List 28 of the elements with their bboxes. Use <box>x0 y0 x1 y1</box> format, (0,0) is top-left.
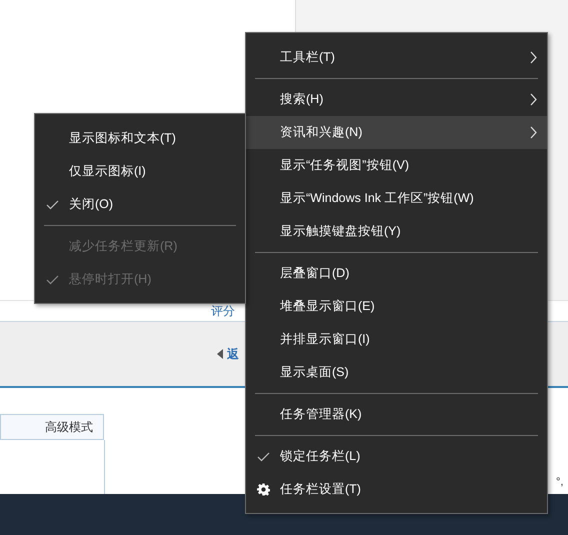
menu-item[interactable]: 任务栏设置(T) <box>246 473 547 506</box>
menu-item[interactable]: 并排显示窗口(I) <box>246 323 547 356</box>
back-link[interactable]: 返 <box>227 346 239 362</box>
menu-item[interactable]: 任务管理器(K) <box>246 398 547 431</box>
back-caret-icon <box>217 349 223 359</box>
menu-item[interactable]: 搜索(H) <box>246 83 547 116</box>
menu-item[interactable]: 仅显示图标(I) <box>35 155 245 188</box>
settings-icon <box>256 483 270 496</box>
check-icon <box>46 274 58 284</box>
menu-item[interactable]: 显示桌面(S) <box>246 356 547 389</box>
table-header: 高级模式 <box>0 414 104 440</box>
menu-item[interactable]: 显示图标和文本(T) <box>35 122 245 155</box>
check-icon <box>46 200 58 210</box>
chevron-right-icon <box>530 51 537 64</box>
menu-item[interactable]: 显示触摸键盘按钮(Y) <box>246 215 547 248</box>
menu-item[interactable]: 显示“Windows Ink 工作区”按钮(W) <box>246 182 547 215</box>
edge-text: °, <box>556 476 564 488</box>
menu-item[interactable]: 关闭(O) <box>35 188 245 221</box>
menu-item[interactable]: 显示“任务视图”按钮(V) <box>246 149 547 182</box>
chevron-right-icon <box>530 93 537 106</box>
menu-item[interactable]: 层叠窗口(D) <box>246 257 547 290</box>
menu-item[interactable]: 资讯和兴趣(N) <box>246 116 547 149</box>
chevron-right-icon <box>530 126 537 139</box>
menu-item[interactable]: 工具栏(T) <box>246 41 547 74</box>
menu-item[interactable]: 锁定任务栏(L) <box>246 440 547 473</box>
check-icon <box>256 452 270 462</box>
menu-item[interactable]: 堆叠显示窗口(E) <box>246 290 547 323</box>
rating-link[interactable]: 评分 <box>211 302 235 320</box>
